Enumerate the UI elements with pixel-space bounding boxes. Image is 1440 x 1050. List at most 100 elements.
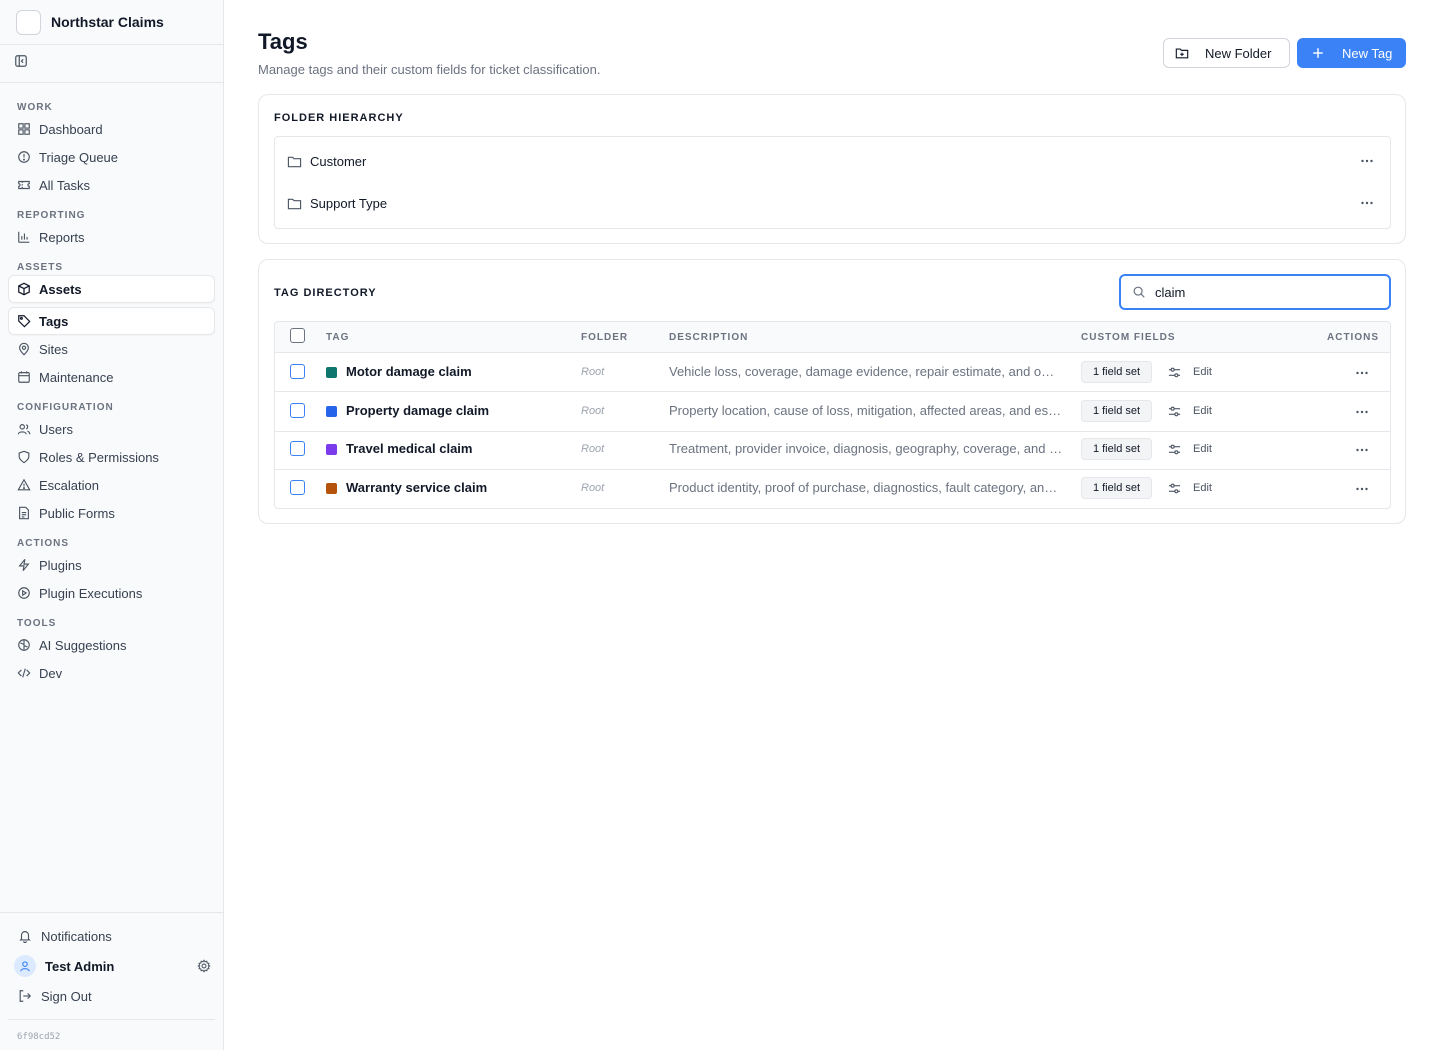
play-circle-icon	[18, 587, 30, 599]
calendar-icon	[18, 371, 30, 383]
notifications-label: Notifications	[41, 928, 112, 944]
sidebar-item-sites[interactable]: Sites	[8, 335, 215, 363]
sidebar-item-escalation[interactable]: Escalation	[8, 471, 215, 499]
log-out-icon	[19, 990, 32, 1002]
tag-color-swatch	[326, 406, 337, 417]
sidebar: Northstar Claims WORK Dashboard Triage Q…	[0, 0, 224, 1050]
sidebar-item-plugin-executions[interactable]: Plugin Executions	[8, 579, 215, 607]
sidebar-item-label: Tags	[39, 313, 69, 329]
sidebar-item-dev[interactable]: Dev	[8, 659, 215, 687]
new-tag-button[interactable]: New Tag	[1297, 38, 1406, 68]
folder-icon	[287, 198, 302, 209]
sidebar-item-assets[interactable]: Assets	[8, 275, 215, 303]
user-name: Test Admin	[45, 958, 115, 974]
column-header-actions: ACTIONS	[1327, 332, 1379, 343]
sidebar-footer: Notifications Test Admin Sign Out 6f98cd…	[0, 912, 223, 1050]
more-horizontal-icon[interactable]	[1355, 367, 1369, 379]
box-icon	[18, 282, 30, 296]
tag-folder: Root	[581, 482, 605, 494]
row-checkbox[interactable]	[290, 364, 305, 379]
more-horizontal-icon[interactable]	[1355, 483, 1369, 495]
sidebar-item-label: Assets	[39, 281, 82, 297]
folder-row[interactable]: Customer	[275, 140, 1390, 182]
column-header-folder[interactable]: FOLDER	[581, 332, 628, 343]
tag-directory-card: TAG DIRECTORY TAG FOLDER DESCRIPTION CUS…	[258, 259, 1406, 524]
page-subtitle: Manage tags and their custom fields for …	[258, 62, 601, 77]
sidebar-item-dashboard[interactable]: Dashboard	[8, 115, 215, 143]
folder-row[interactable]: Support Type	[275, 182, 1390, 224]
sidebar-item-triage-queue[interactable]: Triage Queue	[8, 143, 215, 171]
sidebar-item-users[interactable]: Users	[8, 415, 215, 443]
dashboard-icon	[18, 123, 30, 135]
search-icon	[1133, 286, 1145, 298]
sidebar-item-label: Escalation	[39, 477, 99, 493]
nav-section-title: REPORTING	[17, 210, 86, 221]
nav-section-title: ASSETS	[17, 262, 64, 273]
edit-fields-link[interactable]: Edit	[1193, 366, 1212, 378]
column-header-description[interactable]: DESCRIPTION	[669, 332, 748, 343]
folder-name: Support Type	[310, 195, 388, 211]
sliders-icon[interactable]	[1168, 482, 1181, 495]
sidebar-item-reports[interactable]: Reports	[8, 223, 215, 251]
tag-search[interactable]	[1119, 274, 1391, 310]
search-input[interactable]	[1155, 284, 1375, 300]
sliders-icon[interactable]	[1168, 366, 1181, 379]
sidebar-item-label: Reports	[39, 229, 85, 245]
sidebar-item-label: Maintenance	[39, 369, 114, 385]
sidebar-item-label: AI Suggestions	[39, 637, 127, 653]
sidebar-item-plugins[interactable]: Plugins	[8, 551, 215, 579]
row-checkbox[interactable]	[290, 403, 305, 418]
edit-fields-link[interactable]: Edit	[1193, 443, 1212, 455]
sliders-icon[interactable]	[1168, 405, 1181, 418]
select-all-checkbox[interactable]	[290, 328, 305, 343]
more-horizontal-icon[interactable]	[1355, 444, 1369, 456]
sidebar-item-label: Roles & Permissions	[39, 449, 159, 465]
more-horizontal-icon[interactable]	[1355, 406, 1369, 418]
edit-fields-link[interactable]: Edit	[1193, 482, 1212, 494]
row-checkbox[interactable]	[290, 441, 305, 456]
tag-directory-heading: TAG DIRECTORY	[274, 287, 377, 299]
nav-section-title: WORK	[17, 102, 53, 113]
row-checkbox[interactable]	[290, 480, 305, 495]
table-row[interactable]: Motor damage claim Root Vehicle loss, co…	[275, 353, 1390, 392]
bar-chart-icon	[18, 231, 30, 243]
sign-out-link[interactable]: Sign Out	[8, 981, 215, 1011]
user-profile[interactable]: Test Admin	[8, 951, 215, 981]
gear-icon[interactable]	[197, 959, 211, 973]
tag-description: Product identity, proof of purchase, dia…	[669, 480, 1063, 495]
table-row[interactable]: Property damage claim Root Property loca…	[275, 393, 1390, 432]
sidebar-item-public-forms[interactable]: Public Forms	[8, 499, 215, 527]
column-header-custom-fields[interactable]: CUSTOM FIELDS	[1081, 332, 1175, 343]
edit-fields-link[interactable]: Edit	[1193, 405, 1212, 417]
sidebar-item-roles-permissions[interactable]: Roles & Permissions	[8, 443, 215, 471]
sidebar-item-ai-suggestions[interactable]: AI Suggestions	[8, 631, 215, 659]
sidebar-item-all-tasks[interactable]: All Tasks	[8, 171, 215, 199]
more-horizontal-icon[interactable]	[1360, 155, 1374, 167]
new-folder-button[interactable]: New Folder	[1163, 38, 1290, 68]
sidebar-item-label: All Tasks	[39, 177, 91, 193]
table-header: TAG FOLDER DESCRIPTION CUSTOM FIELDS ACT…	[275, 322, 1390, 353]
tag-color-swatch	[326, 367, 337, 378]
table-row[interactable]: Warranty service claim Root Product iden…	[275, 469, 1390, 508]
sidebar-collapse-icon[interactable]	[14, 54, 28, 73]
field-set-badge: 1 field set	[1081, 400, 1152, 422]
notifications-link[interactable]: Notifications	[8, 921, 215, 951]
sidebar-item-label: Plugins	[39, 557, 82, 573]
brand-header[interactable]: Northstar Claims	[0, 0, 223, 45]
sidebar-item-maintenance[interactable]: Maintenance	[8, 363, 215, 391]
more-horizontal-icon[interactable]	[1360, 197, 1374, 209]
field-set-badge: 1 field set	[1081, 438, 1152, 460]
tag-color-swatch	[326, 444, 337, 455]
tag-description: Treatment, provider invoice, diagnosis, …	[669, 441, 1063, 456]
alert-circle-icon	[18, 151, 30, 163]
ticket-icon	[18, 180, 30, 190]
brain-icon	[18, 639, 30, 651]
sidebar-item-label: Users	[39, 421, 73, 437]
sliders-icon[interactable]	[1168, 443, 1181, 456]
sidebar-item-label: Dashboard	[39, 121, 103, 137]
sidebar-item-tags[interactable]: Tags	[8, 307, 215, 335]
new-folder-label: New Folder	[1205, 45, 1272, 61]
sidebar-item-label: Triage Queue	[39, 149, 119, 165]
column-header-tag[interactable]: TAG	[326, 332, 349, 343]
table-row[interactable]: Travel medical claim Root Treatment, pro…	[275, 431, 1390, 470]
